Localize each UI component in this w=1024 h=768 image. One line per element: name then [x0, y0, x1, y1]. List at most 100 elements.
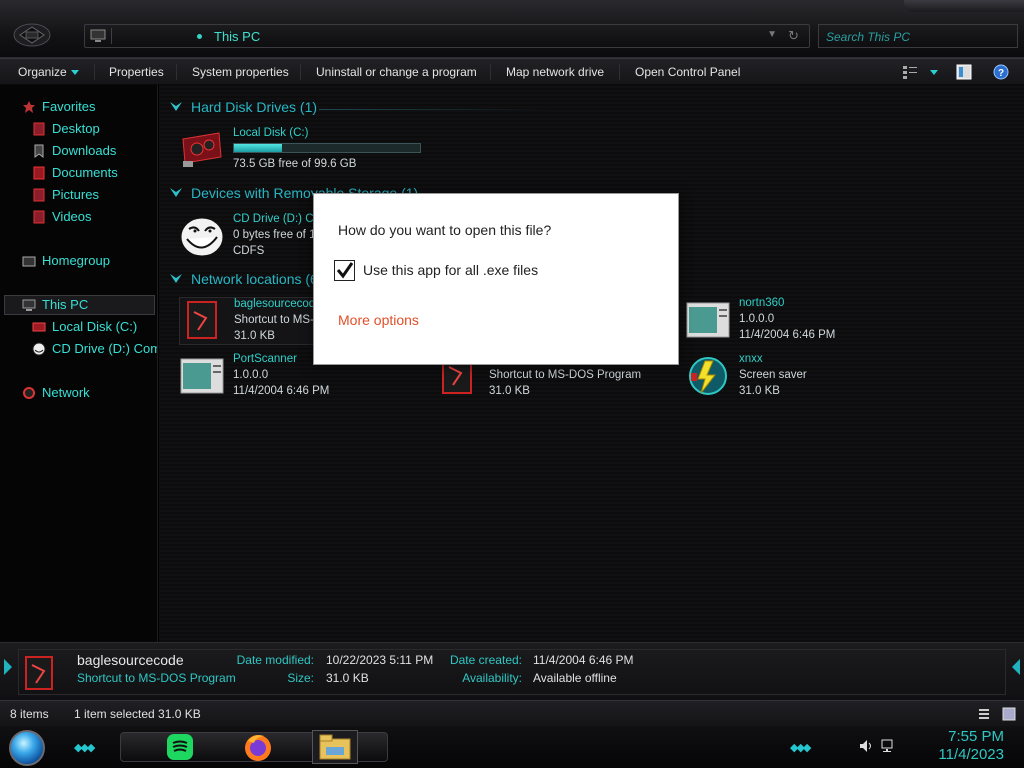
sidebar-item-desktop[interactable]: Desktop: [32, 121, 100, 136]
start-button[interactable]: [9, 730, 45, 766]
sidebar-label: Local Disk (C:): [52, 319, 138, 334]
details-view-icon[interactable]: [978, 707, 990, 721]
disk-usage-bar: [233, 143, 421, 153]
availability-value: Available offline: [533, 671, 617, 685]
application-icon: [180, 358, 224, 394]
sidebar-item-pictures[interactable]: Pictures: [32, 187, 99, 202]
network-item[interactable]: xnxx Screen saver 31.0 KB: [685, 353, 855, 401]
organize-button[interactable]: Organize: [18, 65, 79, 79]
firefox-icon: [245, 735, 271, 761]
svg-text:?: ?: [998, 68, 1004, 79]
details-pane: baglesourcecode Shortcut to MS-DOS Progr…: [0, 642, 1024, 700]
tiles-view-icon[interactable]: [1002, 707, 1016, 721]
clock-time: 7:55 PM: [948, 728, 1004, 745]
item-name: xnxx: [739, 353, 763, 365]
selection-info: 1 item selected 31.0 KB: [74, 707, 201, 721]
chevron-down-icon: [170, 274, 182, 283]
item-date: 11/4/2004 6:46 PM: [233, 385, 330, 397]
this-pc-icon: [90, 29, 106, 42]
chevron-down-icon: [170, 102, 182, 111]
divider: [176, 64, 177, 80]
search-input[interactable]: Search This PC: [818, 24, 1018, 48]
taskbar-app-firefox[interactable]: [240, 730, 276, 764]
item-name: PortScanner: [233, 353, 297, 365]
divider: [300, 64, 301, 80]
clock-date: 11/4/2023: [938, 746, 1004, 763]
uninstall-program-button[interactable]: Uninstall or change a program: [316, 65, 477, 79]
chevron-down-icon[interactable]: ▼: [767, 29, 777, 40]
network-item[interactable]: nortn360 1.0.0.0 11/4/2004 6:46 PM: [685, 297, 855, 345]
view-options-icon[interactable]: [902, 64, 918, 80]
network-item[interactable]: baglesourcecode Shortcut to MS- 31.0 KB: [179, 297, 329, 345]
checkmark-icon: [336, 262, 354, 279]
file-explorer-icon: [319, 734, 351, 760]
sidebar-item-homegroup[interactable]: Homegroup: [22, 253, 110, 268]
open-with-dialog: How do you want to open this file? Use t…: [313, 193, 679, 365]
drive-tile-c[interactable]: Local Disk (C:) 73.5 GB free of 99.6 GB: [179, 127, 429, 175]
system-properties-button[interactable]: System properties: [192, 65, 289, 79]
refresh-icon[interactable]: ↻: [788, 28, 799, 44]
spotify-icon: [167, 734, 193, 760]
sidebar-item-videos[interactable]: Videos: [32, 209, 92, 224]
group-title-text: Network locations (6): [191, 271, 323, 287]
properties-button[interactable]: Properties: [109, 65, 164, 79]
help-icon[interactable]: ?: [993, 64, 1009, 80]
preview-pane-icon[interactable]: [956, 64, 972, 80]
address-bar[interactable]: This PC ▼ ↻: [84, 24, 810, 48]
homegroup-icon: [22, 256, 36, 266]
sidebar-item-local-disk[interactable]: Local Disk (C:): [32, 319, 137, 334]
use-app-checkbox-label[interactable]: Use this app for all .exe files: [363, 262, 538, 278]
drive-free-space: 73.5 GB free of 99.6 GB: [233, 158, 357, 170]
sidebar-label: CD Drive (D:) Com: [52, 341, 158, 356]
item-type: Shortcut to MS-: [234, 314, 314, 326]
taskbar-decoration: ◆◆◆: [790, 742, 811, 754]
screen-saver-icon: [689, 357, 727, 395]
disk-usage-fill: [234, 144, 283, 152]
downloads-icon: [34, 144, 44, 158]
sidebar-label: This PC: [42, 297, 89, 312]
ms-dos-shortcut-icon: [187, 301, 217, 339]
hard-drive-icon: [32, 322, 46, 331]
sidebar-item-cd-drive[interactable]: CD Drive (D:) Com: [32, 341, 158, 356]
volume-icon[interactable]: [858, 738, 874, 754]
taskbar-app-file-explorer[interactable]: [312, 730, 358, 764]
drive-free-space: 0 bytes free of 1.: [233, 229, 319, 241]
item-size: 31.0 KB: [739, 385, 780, 397]
more-options-link[interactable]: More options: [338, 312, 419, 328]
group-header-hard-disk-drives[interactable]: Hard Disk Drives (1): [169, 99, 317, 115]
taskbar-app-spotify[interactable]: [162, 730, 198, 764]
availability-label: Availability:: [462, 671, 522, 685]
application-icon: [686, 302, 730, 338]
this-pc-icon: [22, 299, 36, 311]
divider: [619, 64, 620, 80]
sidebar-label: Pictures: [52, 187, 99, 202]
system-clock[interactable]: 7:55 PM 11/4/2023: [938, 728, 1004, 764]
sidebar-item-this-pc[interactable]: This PC: [22, 297, 88, 312]
use-app-checkbox[interactable]: [334, 260, 355, 281]
videos-icon: [33, 210, 45, 223]
sidebar-label: Videos: [52, 209, 92, 224]
sidebar-item-favorites[interactable]: Favorites: [22, 99, 95, 114]
sidebar-item-network[interactable]: Network: [22, 385, 90, 400]
network-status-icon[interactable]: [880, 738, 896, 754]
title-bar: This PC ▼ ↻ Search This PC: [0, 0, 1024, 58]
sidebar-item-downloads[interactable]: Downloads: [32, 143, 116, 158]
item-version: 1.0.0.0: [233, 369, 269, 381]
back-forward-icon[interactable]: [12, 20, 52, 50]
command-bar: Organize Properties System properties Un…: [0, 58, 1024, 85]
size-label: Size:: [287, 671, 314, 685]
item-type: Screen saver: [739, 369, 807, 381]
sidebar-label: Network: [42, 385, 90, 400]
group-header-network-locations[interactable]: Network locations (6): [169, 271, 323, 287]
item-size: 31.0 KB: [489, 385, 530, 397]
open-control-panel-button[interactable]: Open Control Panel: [635, 65, 740, 79]
right-arrow-decoration: [1012, 659, 1020, 675]
status-bar: 8 items 1 item selected 31.0 KB: [0, 700, 1024, 726]
breadcrumb-this-pc[interactable]: This PC: [214, 29, 260, 44]
troll-face-icon: [180, 217, 224, 257]
item-name: nortn360: [739, 297, 785, 309]
details-file-type: Shortcut to MS-DOS Program: [77, 671, 236, 685]
sidebar-item-documents[interactable]: Documents: [32, 165, 118, 180]
map-network-drive-button[interactable]: Map network drive: [506, 65, 604, 79]
chevron-down-icon[interactable]: [930, 70, 938, 75]
